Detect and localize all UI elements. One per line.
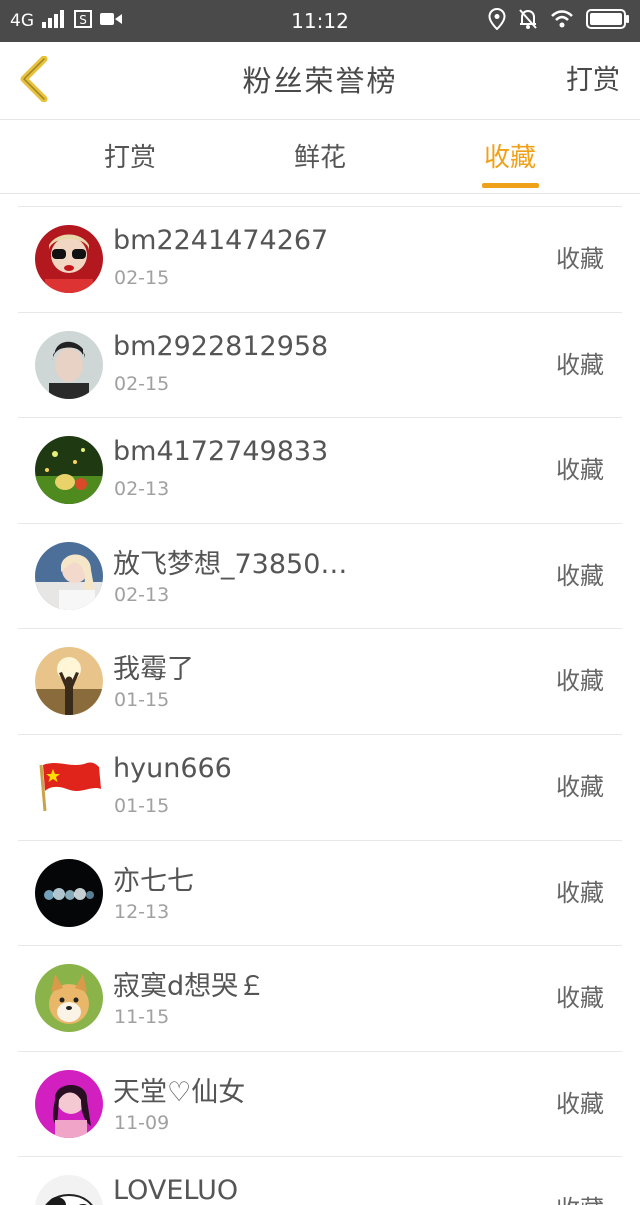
list-item[interactable]: 我霉了 01-15 收藏 xyxy=(18,629,622,735)
item-type: 收藏 xyxy=(556,456,604,485)
item-type: 收藏 xyxy=(556,772,604,801)
avatar xyxy=(35,541,103,610)
user-name: 亦七七 xyxy=(113,865,194,897)
item-type: 收藏 xyxy=(556,350,604,379)
item-date: 12-13 xyxy=(114,900,170,923)
tab-bar: 打赏 鲜花 收藏 xyxy=(0,120,640,194)
user-name: 放飞梦想_73850… xyxy=(113,548,348,580)
tab-flowers[interactable]: 鲜花 xyxy=(260,120,380,194)
item-type: 收藏 xyxy=(556,667,604,696)
item-type: 收藏 xyxy=(556,878,604,907)
user-name: 我霉了 xyxy=(113,654,194,686)
status-bar: 4G S 11:12 xyxy=(0,0,640,42)
item-date: 01-15 xyxy=(114,689,170,712)
list-item[interactable]: hyun666 01-15 收藏 xyxy=(18,735,622,841)
battery-icon xyxy=(586,9,630,33)
location-icon xyxy=(488,7,506,34)
nav-header: 粉丝荣誉榜 打赏 xyxy=(0,42,640,120)
list-item[interactable]: LOVELUO 收藏 xyxy=(18,1157,622,1205)
reward-button[interactable]: 打赏 xyxy=(566,42,620,120)
item-date: 01-15 xyxy=(114,794,170,817)
item-date: 02-15 xyxy=(114,372,170,395)
list-item[interactable]: 寂寞d想哭￡ 11-15 收藏 xyxy=(18,946,622,1052)
user-name: 寂寞d想哭￡ xyxy=(113,971,266,1003)
user-name: 天堂♡仙女 xyxy=(113,1076,246,1108)
user-name: bm2922812958 xyxy=(113,330,329,362)
mute-bell-icon xyxy=(518,8,538,34)
avatar xyxy=(35,647,103,716)
page-title: 粉丝荣誉榜 xyxy=(242,64,398,98)
item-date: 02-15 xyxy=(114,267,170,289)
avatar xyxy=(35,858,103,927)
avatar xyxy=(35,1069,103,1138)
avatar xyxy=(35,752,103,821)
item-type: 收藏 xyxy=(556,1089,604,1118)
list-item[interactable]: bm2922812958 02-15 收藏 xyxy=(18,313,622,419)
item-date: 11-15 xyxy=(114,1006,170,1029)
avatar xyxy=(35,436,103,505)
user-name: bm2241474267 xyxy=(113,225,329,256)
wifi-icon xyxy=(550,9,574,33)
avatar xyxy=(35,1175,103,1205)
item-date: 02-13 xyxy=(114,478,170,501)
item-date: 02-13 xyxy=(114,583,170,606)
list-item[interactable]: 放飞梦想_73850… 02-13 收藏 xyxy=(18,524,622,630)
status-right xyxy=(488,0,630,42)
list-item[interactable]: 天堂♡仙女 11-09 收藏 xyxy=(18,1052,622,1158)
item-type: 收藏 xyxy=(556,561,604,590)
user-name: hyun666 xyxy=(113,752,232,784)
item-type: 收藏 xyxy=(556,984,604,1013)
user-name: bm4172749833 xyxy=(113,436,329,468)
fan-list: bm2241474267 02-15 收藏 bm2922812958 02-15… xyxy=(0,207,640,1205)
list-item[interactable]: bm4172749833 02-13 收藏 xyxy=(18,418,622,524)
avatar xyxy=(35,964,103,1033)
item-type: 收藏 xyxy=(556,245,604,273)
user-name: LOVELUO xyxy=(113,1175,239,1205)
avatar xyxy=(35,330,103,399)
item-date: 11-09 xyxy=(114,1111,170,1134)
list-item[interactable]: bm2241474267 02-15 收藏 xyxy=(18,207,622,313)
item-type: 收藏 xyxy=(556,1157,604,1205)
tab-active-indicator xyxy=(482,183,539,188)
list-item[interactable]: 亦七七 12-13 收藏 xyxy=(18,841,622,947)
avatar xyxy=(35,225,103,293)
tab-reward[interactable]: 打赏 xyxy=(70,120,190,194)
